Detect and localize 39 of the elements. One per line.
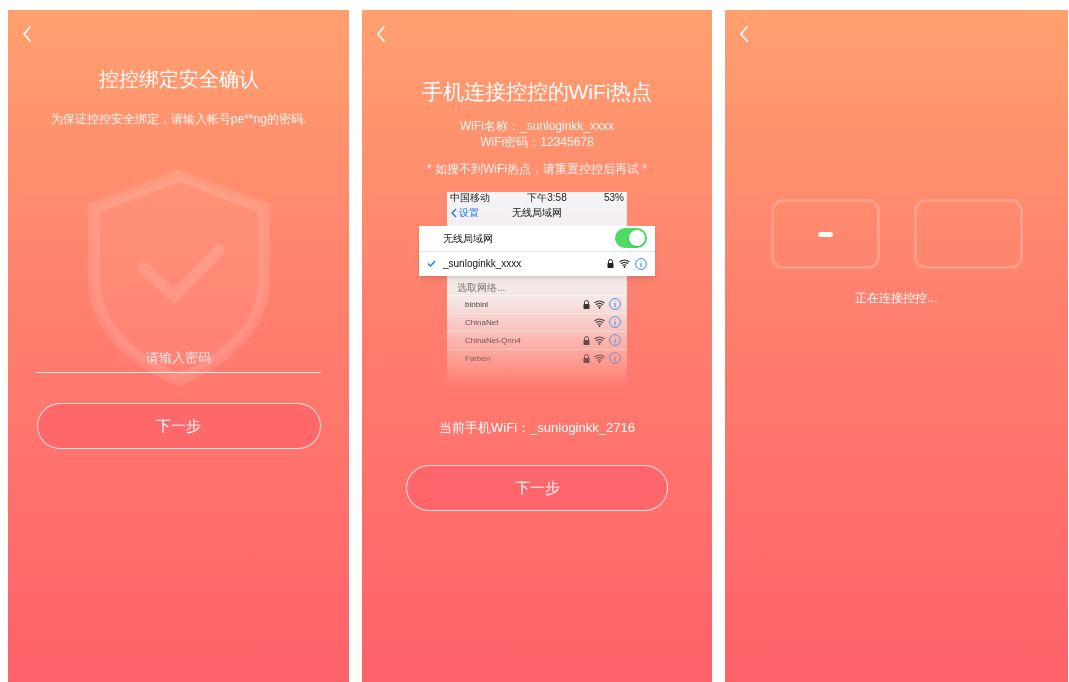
nav-title: 无线局域网 xyxy=(512,206,562,220)
network-name[interactable]: ChinaNet xyxy=(465,316,569,328)
section-label: 选取网络... xyxy=(456,280,507,295)
screen-title: 手机连接控控的WiFi热点 xyxy=(421,79,653,105)
info-icon[interactable] xyxy=(609,298,621,310)
current-wifi-text: 当前手机WiFi：_sunloginkk_2716 xyxy=(439,418,635,437)
lock-icon xyxy=(583,335,590,345)
wifi-label: 无线局域网 xyxy=(443,231,493,246)
network-name[interactable]: binbinl xyxy=(465,298,560,310)
network-name[interactable]: ChinaNet-Qnn4 xyxy=(465,334,560,346)
lock-icon xyxy=(583,353,590,363)
info-icon[interactable] xyxy=(609,334,621,346)
lock-icon xyxy=(583,299,590,309)
next-button[interactable]: 下一步 xyxy=(36,403,321,449)
info-icon[interactable] xyxy=(609,352,621,364)
wifi-icon xyxy=(594,299,605,309)
carrier-text: 中国移动 xyxy=(450,193,490,203)
hint-text: * 如搜不到WiFi热点，请重置控控后再试 * xyxy=(427,160,647,178)
wifi-name: WiFi名称：_sunloginkk_xxxx xyxy=(459,117,614,134)
wifi-toggle[interactable] xyxy=(615,228,647,248)
back-link[interactable]: 设置 xyxy=(459,205,479,220)
network-name[interactable]: Farben xyxy=(465,352,560,364)
network-name[interactable]: _sunloginkk_xxxx xyxy=(443,256,603,271)
back-icon[interactable] xyxy=(451,207,457,218)
wifi-icon xyxy=(594,317,605,327)
time-text: 下午3:58 xyxy=(527,193,567,203)
wifi-icon xyxy=(619,259,630,268)
lock-icon xyxy=(607,259,614,268)
info-icon[interactable] xyxy=(609,316,621,328)
wifi-password: WiFi密码：12345678 xyxy=(480,133,594,150)
next-button[interactable]: 下一步 xyxy=(406,465,668,511)
subtitle: 为保证控控安全绑定，请输入帐号pe**ng的密码. xyxy=(49,111,308,128)
screen-title: 控控绑定安全确认 xyxy=(97,67,260,92)
battery-text: 53% xyxy=(603,193,624,203)
status-text: 正在连接控控... xyxy=(855,290,938,307)
wifi-icon xyxy=(594,335,605,345)
info-icon[interactable] xyxy=(635,257,647,270)
password-field[interactable]: 请输入密码 xyxy=(36,343,321,373)
wifi-icon xyxy=(594,353,605,363)
